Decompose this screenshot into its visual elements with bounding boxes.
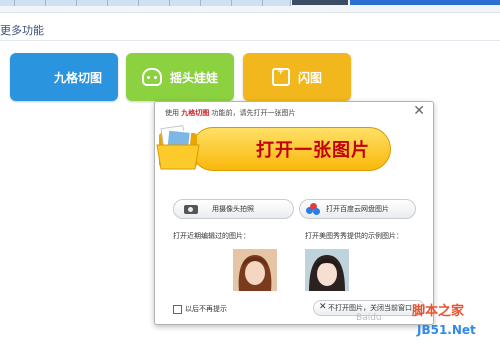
open-image-dialog: 使用 九格切图 功能前，请先打开一张图片 ✕ 打开一张图片 用摄像头拍照 打开百… <box>154 101 434 325</box>
watermark-text: 脚本之家 <box>412 304 465 319</box>
close-icon[interactable]: ✕ <box>413 104 425 118</box>
top-tab[interactable] <box>15 0 46 6</box>
flash-icon <box>271 67 290 86</box>
close-icon: ✕ <box>319 302 327 312</box>
camera-icon <box>184 204 198 214</box>
dont-show-again-checkbox[interactable] <box>173 304 182 314</box>
folder-icon <box>156 125 200 170</box>
bobblehead-button[interactable]: 摇头娃娃 <box>126 53 234 101</box>
section-title: 更多功能 <box>0 24 44 37</box>
top-tab[interactable] <box>139 0 170 6</box>
top-tab[interactable] <box>263 0 291 6</box>
face-icon <box>141 68 162 86</box>
top-tab[interactable] <box>170 0 201 6</box>
open-image-label: 打开一张图片 <box>256 140 370 161</box>
tile-label: 闪图 <box>297 70 322 85</box>
nine-grid-button[interactable]: 九格切图 <box>10 53 118 101</box>
top-tab-active[interactable] <box>292 0 348 5</box>
cloud-icon <box>306 203 320 215</box>
open-image-button[interactable]: 打开一张图片 <box>191 127 391 171</box>
top-tab[interactable] <box>232 0 263 6</box>
sample-images-label: 打开美图秀秀提供的示例图片： <box>305 232 403 240</box>
top-tab[interactable] <box>46 0 77 6</box>
sample-photo <box>305 249 349 291</box>
grid-icon <box>26 67 46 87</box>
dialog-message-pre: 使用 <box>165 109 179 117</box>
dialog-message-feature: 九格切图 <box>181 109 210 117</box>
tile-label: 九格切图 <box>53 70 102 85</box>
top-tab[interactable] <box>108 0 139 6</box>
dont-show-again-label: 以后不再提示 <box>185 305 227 313</box>
dialog-message-post: 功能前，请先打开一张图片 <box>211 109 296 117</box>
flash-image-button[interactable]: 闪图 <box>243 53 351 101</box>
close-without-opening-label: 不打开图片，关闭当前窗口 <box>328 304 412 312</box>
sample-image-thumbnail[interactable] <box>305 249 349 291</box>
tile-label: 摇头娃娃 <box>169 70 218 85</box>
recent-photo <box>233 249 277 291</box>
watermark-url: JB51.Net <box>417 323 476 337</box>
watermark-baidu: Baidu <box>356 313 382 323</box>
top-tab[interactable] <box>77 0 108 6</box>
divider <box>0 40 500 41</box>
camera-button[interactable]: 用摄像头拍照 <box>173 199 294 219</box>
top-tab[interactable] <box>0 0 15 6</box>
recent-image-thumbnail[interactable] <box>233 249 277 291</box>
cloud-label: 打开百度云网盘图片 <box>326 205 389 213</box>
dont-show-again-row[interactable]: 以后不再提示 <box>173 304 227 314</box>
top-tab[interactable] <box>201 0 232 6</box>
top-blue-bar <box>350 0 500 5</box>
dialog-message: 使用 九格切图 功能前，请先打开一张图片 <box>165 108 295 118</box>
baidu-cloud-button[interactable]: 打开百度云网盘图片 <box>299 199 416 219</box>
camera-label: 用摄像头拍照 <box>212 205 254 213</box>
top-nav-bar <box>0 0 500 13</box>
recent-images-label: 打开近期编辑过的图片： <box>173 232 250 240</box>
